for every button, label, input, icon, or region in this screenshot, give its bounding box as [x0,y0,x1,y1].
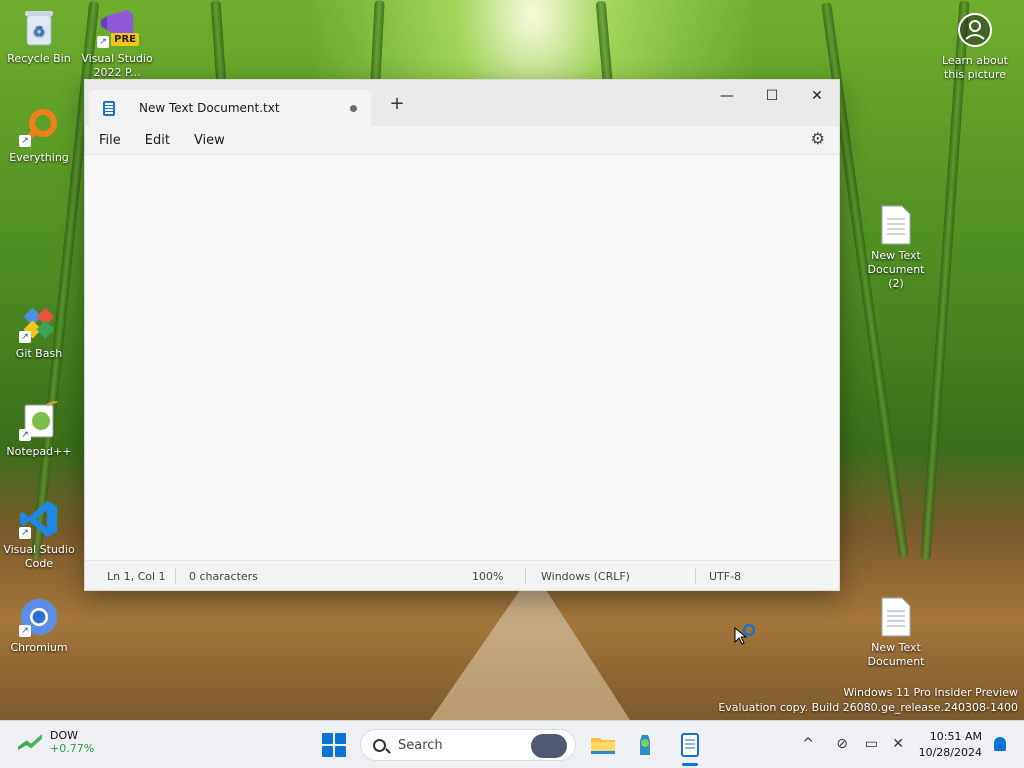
desktop-icon-notepad-plus-plus[interactable]: ↗ Notepad++ [1,401,77,459]
desktop-icon-label: Everything [9,151,69,164]
taskbar: DOW +0.77% Search ^ ⊘ ▭ ✕ 10:51 AM 10/28… [0,720,1024,768]
mouse-cursor-icon [734,622,758,649]
vscode-icon: ↗ [19,499,59,539]
encoding[interactable]: UTF-8 [709,570,741,583]
line-ending[interactable]: Windows (CRLF) [541,570,630,583]
active-app-indicator [682,763,698,766]
shortcut-arrow-icon: ↗ [19,527,31,539]
text-file-icon [876,205,916,245]
start-button[interactable] [322,733,346,757]
tool-app-icon [640,735,650,755]
preview-badge: PRE [111,33,139,46]
taskbar-clock[interactable]: 10:51 AM 10/28/2024 [919,729,982,761]
cursor-position: Ln 1, Col 1 [107,570,166,583]
windows-logo-icon [322,746,333,757]
text-file-icon [876,597,916,637]
desktop-icon-new-text-document-2[interactable]: New Text Document (2) [858,205,934,291]
taskbar-search[interactable]: Search [360,729,576,761]
menu-bar: File Edit View [85,126,839,154]
windows-watermark: Windows 11 Pro Insider Preview Evaluatio… [718,685,1018,715]
folder-icon [591,738,615,754]
desktop-icon-everything[interactable]: ↗ Everything [1,107,77,165]
widget-title: DOW [50,729,79,742]
desktop-icon-vscode[interactable]: ↗ Visual Studio Code [1,499,77,571]
search-placeholder: Search [398,737,443,753]
maximize-button[interactable]: ☐ [749,80,795,112]
git-bash-icon: ↗ [19,303,59,343]
menu-file[interactable]: File [99,133,121,148]
status-separator [175,568,176,584]
learn-about-picture-icon [955,10,995,50]
text-editor[interactable] [85,154,839,560]
volume-muted-icon[interactable]: ✕ [892,736,904,752]
desktop-icon-label: Visual Studio Code [3,543,75,570]
notepad-taskbar-button[interactable] [676,731,704,766]
desktop-icon-label: Notepad++ [6,445,72,458]
shortcut-arrow-icon: ↗ [19,135,31,147]
notepad-icon [681,733,699,757]
menu-edit[interactable]: Edit [145,133,170,148]
close-button[interactable]: ✕ [794,80,840,112]
file-explorer-button[interactable] [589,731,617,759]
notepad-window[interactable]: New Text Document.txt + — ☐ ✕ File Edit … [84,79,840,591]
shortcut-arrow-icon: ↗ [19,429,31,441]
desktop-icon-label: New Text Document [867,641,925,668]
windows-logo-icon [335,746,346,757]
app-launcher-button[interactable] [632,731,660,759]
menu-view[interactable]: View [194,133,225,148]
chromium-icon: ↗ [19,597,59,637]
search-icon [373,738,386,752]
clock-time: 10:51 AM [929,730,982,743]
wallpaper-path [430,590,630,720]
shortcut-arrow-icon: ↗ [19,625,31,637]
notepad-icon [103,100,115,116]
clock-date: 10/28/2024 [918,746,982,759]
status-bar: Ln 1, Col 1 0 characters 100% Windows (C… [85,560,839,590]
windows-logo-icon [322,733,333,744]
tab-title: New Text Document.txt [139,101,280,115]
zoom-level[interactable]: 100% [472,570,503,583]
network-disconnected-icon[interactable]: ⊘ [836,736,848,752]
new-tab-button[interactable]: + [385,93,409,114]
watermark-edition: Windows 11 Pro Insider Preview [843,686,1018,699]
settings-gear-icon[interactable]: ⚙ [811,129,825,148]
desktop-icon-label: Visual Studio 2022 P... [81,52,153,79]
everything-search-icon: ↗ [19,107,59,147]
document-tab[interactable]: New Text Document.txt [89,90,371,126]
desktop-icon-visual-studio[interactable]: PRE ↗ Visual Studio 2022 P... [79,8,155,80]
desktop-icon-git-bash[interactable]: ↗ Git Bash [1,303,77,361]
svg-text:♻: ♻ [33,24,46,40]
unsaved-indicator-icon[interactable] [350,104,357,112]
visual-studio-icon: PRE ↗ [97,8,139,48]
character-count: 0 characters [189,570,258,583]
search-highlight-icon[interactable] [531,734,567,758]
watermark-build: Evaluation copy. Build 26080.ge_release.… [718,701,1018,714]
desktop-icon-label: New Text Document (2) [867,249,925,290]
desktop-icon-recycle-bin[interactable]: ♻ Recycle Bin [1,8,77,66]
title-bar[interactable]: New Text Document.txt + — ☐ ✕ [85,80,839,126]
status-separator [695,568,696,584]
desktop-icon-learn-about-picture[interactable]: Learn about this picture [936,10,1014,82]
desktop-icon-new-text-document[interactable]: New Text Document [858,597,934,669]
shortcut-arrow-icon: ↗ [97,36,109,48]
minimize-button[interactable]: — [704,80,750,112]
notification-bell-icon[interactable] [994,737,1006,751]
notepad-plus-plus-icon: ↗ [19,401,59,441]
status-separator [525,568,526,584]
show-hidden-icons-button[interactable]: ^ [802,736,814,752]
display-icon[interactable]: ▭ [865,736,878,752]
desktop-icon-label: Learn about this picture [942,54,1008,81]
windows-logo-icon [335,733,346,744]
stock-trend-icon [18,734,42,750]
desktop-icon-chromium[interactable]: ↗ Chromium [1,597,77,655]
shortcut-arrow-icon: ↗ [19,331,31,343]
desktop-icon-label: Recycle Bin [7,52,71,65]
desktop-icon-label: Chromium [10,641,68,654]
widget-value: +0.77% [50,742,95,755]
widgets-button[interactable]: DOW +0.77% [18,729,94,755]
recycle-bin-icon: ♻ [19,8,59,48]
desktop-icon-label: Git Bash [15,347,63,360]
